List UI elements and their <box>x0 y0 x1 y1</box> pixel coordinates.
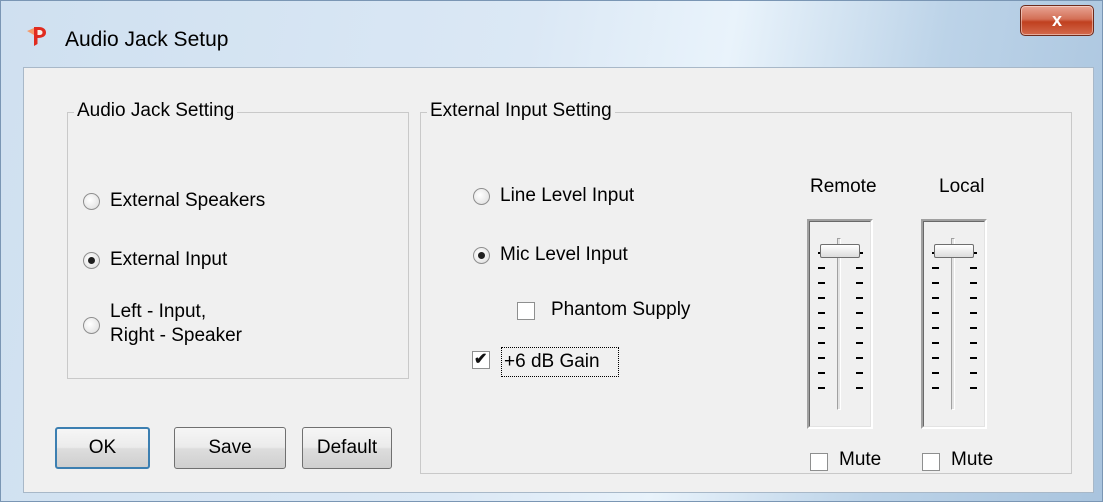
tick <box>818 387 825 389</box>
checkbox[interactable] <box>922 453 940 471</box>
phantom-supply-label: Phantom Supply <box>551 299 691 320</box>
checkbox[interactable] <box>517 302 535 320</box>
gain-label: +6 dB Gain <box>504 351 600 372</box>
audio-jack-setting-legend: Audio Jack Setting <box>74 100 238 122</box>
close-button[interactable]: x <box>1020 5 1094 36</box>
slider-track <box>951 238 955 410</box>
local-label: Local <box>939 176 985 197</box>
left-input-label: Left - Input, <box>110 301 207 322</box>
slider-thumb[interactable] <box>820 244 860 258</box>
slider-inner-bevel <box>923 221 985 427</box>
tick <box>932 327 939 329</box>
radio-button[interactable] <box>83 317 100 334</box>
tick <box>818 282 825 284</box>
remote-label: Remote <box>810 176 877 197</box>
default-button[interactable]: Default <box>302 427 392 469</box>
tick <box>970 267 977 269</box>
tick <box>970 372 977 374</box>
tick <box>856 372 863 374</box>
tick <box>970 282 977 284</box>
tick <box>856 297 863 299</box>
checkbox-checked[interactable]: ✔ <box>472 351 490 369</box>
ok-button[interactable]: OK <box>55 427 150 469</box>
remote-volume-slider[interactable] <box>807 219 873 429</box>
mic-level-input-label: Mic Level Input <box>500 244 628 265</box>
tick <box>970 387 977 389</box>
tick <box>932 267 939 269</box>
line-level-input-label: Line Level Input <box>500 185 635 206</box>
radio-button-selected[interactable] <box>473 247 490 264</box>
tick <box>970 297 977 299</box>
tick <box>932 342 939 344</box>
radio-dot <box>478 252 485 259</box>
slider-thumb[interactable] <box>934 244 974 258</box>
tick <box>970 342 977 344</box>
tick <box>932 357 939 359</box>
external-speakers-label: External Speakers <box>110 190 266 211</box>
audio-jack-setting-group: Audio Jack Setting External Speakers Ext… <box>67 100 409 379</box>
local-mute-label: Mute <box>951 449 994 470</box>
tick <box>818 297 825 299</box>
external-input-setting-group: External Input Setting Line Level Input … <box>420 100 1072 474</box>
dialog-client-area: Audio Jack Setting External Speakers Ext… <box>23 67 1094 493</box>
tick <box>818 372 825 374</box>
title-bar[interactable]: Audio Jack Setup x <box>1 1 1102 67</box>
tick <box>856 387 863 389</box>
window-title: Audio Jack Setup <box>65 28 229 51</box>
check-mark-icon: ✔ <box>474 351 488 368</box>
checkbox[interactable] <box>810 453 828 471</box>
tick <box>818 312 825 314</box>
tick <box>818 327 825 329</box>
radio-button[interactable] <box>473 188 490 205</box>
tick <box>970 357 977 359</box>
tick <box>970 312 977 314</box>
slider-inner-bevel <box>809 221 871 427</box>
save-button[interactable]: Save <box>174 427 286 469</box>
slider-track <box>837 238 841 410</box>
remote-mute-label: Mute <box>839 449 882 470</box>
app-logo-icon <box>27 27 46 46</box>
tick <box>932 312 939 314</box>
tick <box>932 372 939 374</box>
external-input-label: External Input <box>110 249 228 270</box>
tick <box>932 297 939 299</box>
tick <box>932 282 939 284</box>
tick <box>856 342 863 344</box>
tick <box>818 357 825 359</box>
radio-dot <box>88 257 95 264</box>
right-speaker-label: Right - Speaker <box>110 325 243 346</box>
tick <box>970 327 977 329</box>
local-volume-slider[interactable] <box>921 219 987 429</box>
tick <box>856 267 863 269</box>
tick <box>818 267 825 269</box>
radio-button[interactable] <box>83 193 100 210</box>
radio-button-selected[interactable] <box>83 252 100 269</box>
tick <box>932 387 939 389</box>
tick <box>856 327 863 329</box>
tick <box>856 282 863 284</box>
tick <box>856 312 863 314</box>
tick <box>818 342 825 344</box>
dialog-window: Audio Jack Setup x Audio Jack Setting Ex… <box>0 0 1103 502</box>
external-input-setting-legend: External Input Setting <box>427 100 615 122</box>
tick <box>856 357 863 359</box>
